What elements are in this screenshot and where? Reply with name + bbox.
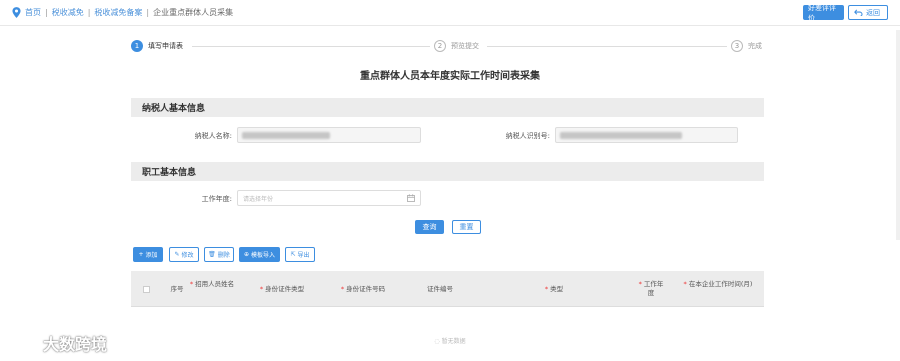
- add-label: 添加: [145, 252, 158, 259]
- col-work-year: * 工作年度: [638, 280, 664, 297]
- back-label: 返回: [866, 8, 880, 17]
- edit-button[interactable]: ✎ 修改: [169, 247, 199, 262]
- vertical-scrollbar[interactable]: [896, 30, 900, 240]
- taxpayer-name-label: 纳税人名称:: [194, 132, 232, 140]
- step-fill-form: 1 填写申请表: [131, 40, 183, 52]
- evaluate-button[interactable]: 好差评评价: [803, 4, 844, 22]
- breadcrumb-home[interactable]: 首页: [25, 7, 41, 18]
- calendar-icon: [407, 194, 415, 202]
- form-title: 重点群体人员本年度实际工作时间表采集: [360, 71, 540, 82]
- step-complete: 3 完成: [731, 40, 762, 52]
- add-button[interactable]: + 添加: [133, 247, 163, 262]
- pencil-icon: ✎: [174, 251, 180, 258]
- breadcrumb-separator: |: [146, 8, 150, 17]
- import-icon: ⊕: [243, 251, 249, 258]
- redacted-value: [242, 132, 330, 139]
- export-icon: ⇱: [290, 251, 296, 258]
- watermark-logo: 大数跨境: [12, 331, 107, 355]
- back-button[interactable]: 返回: [848, 5, 888, 20]
- reset-button[interactable]: 重置: [452, 220, 481, 234]
- taxpayer-id-field: [555, 127, 738, 143]
- breadcrumb-separator: |: [45, 8, 48, 17]
- step-number: 3: [731, 40, 743, 52]
- plus-icon: +: [138, 251, 144, 258]
- step-connector: [487, 46, 727, 47]
- taxpayer-name-field: [237, 127, 421, 143]
- select-all-checkbox[interactable]: [143, 286, 150, 293]
- col-cert-number: 证件编号: [427, 285, 453, 293]
- back-arrow-icon: [854, 9, 863, 16]
- edit-label: 修改: [181, 252, 194, 259]
- col-work-months: * 在本企业工作时间(月): [683, 280, 753, 288]
- template-import-label: 模板导入: [251, 252, 276, 259]
- work-year-picker[interactable]: 请选择年份: [237, 190, 421, 206]
- step-label: 完成: [748, 42, 762, 50]
- col-type: * 类型: [544, 285, 564, 293]
- top-bar: 首页 | 税收减免 | 税收减免备案 | 企业重点群体人员采集 好差评评价 返回: [0, 0, 900, 26]
- redacted-value: [560, 132, 682, 139]
- employee-section-header: 职工基本信息: [131, 162, 764, 181]
- taxpayer-id-label: 纳税人识别号:: [505, 132, 550, 140]
- step-label: 预览提交: [451, 42, 479, 50]
- col-id-number: * 身份证件号码: [340, 285, 386, 293]
- work-year-placeholder: 请选择年份: [243, 196, 274, 203]
- step-number: 2: [434, 40, 446, 52]
- breadcrumb-separator: |: [87, 8, 91, 17]
- step-connector: [192, 46, 430, 47]
- location-pin-icon: [12, 7, 21, 18]
- export-button[interactable]: ⇱ 导出: [285, 247, 315, 262]
- step-preview-submit: 2 预览提交: [434, 40, 479, 52]
- template-import-button[interactable]: ⊕ 模板导入: [239, 247, 280, 262]
- delete-label: 删除: [217, 252, 230, 259]
- progress-steps: 1 填写申请表 2 预览提交 3 完成: [130, 40, 770, 54]
- work-year-label: 工作年度:: [201, 195, 232, 203]
- step-number: 1: [131, 40, 143, 52]
- breadcrumb-level2[interactable]: 税收减免备案: [94, 7, 142, 18]
- col-index: 序号: [170, 285, 184, 293]
- trash-icon: 🗑: [208, 251, 216, 258]
- breadcrumb: 首页 | 税收减免 | 税收减免备案 | 企业重点群体人员采集: [12, 7, 233, 18]
- step-label: 填写申请表: [148, 42, 183, 50]
- taxpayer-section-header: 纳税人基本信息: [131, 98, 764, 117]
- empty-table-text: ◌ 暂无数据: [434, 338, 466, 345]
- export-label: 导出: [297, 252, 310, 259]
- table-header: 序号 * 招用人员姓名 * 身份证件类型 * 身份证件号码 证件编号 * 类型 …: [131, 271, 764, 307]
- watermark-text: 大数跨境: [43, 335, 108, 354]
- col-hired-name: * 招用人员姓名: [189, 280, 235, 288]
- query-button[interactable]: 查询: [415, 220, 444, 234]
- watermark-logo-icon: [14, 335, 35, 351]
- col-id-type: * 身份证件类型: [259, 285, 305, 293]
- breadcrumb-level1[interactable]: 税收减免: [52, 7, 84, 18]
- breadcrumb-current: 企业重点群体人员采集: [153, 8, 234, 17]
- delete-button[interactable]: 🗑 删除: [204, 247, 234, 262]
